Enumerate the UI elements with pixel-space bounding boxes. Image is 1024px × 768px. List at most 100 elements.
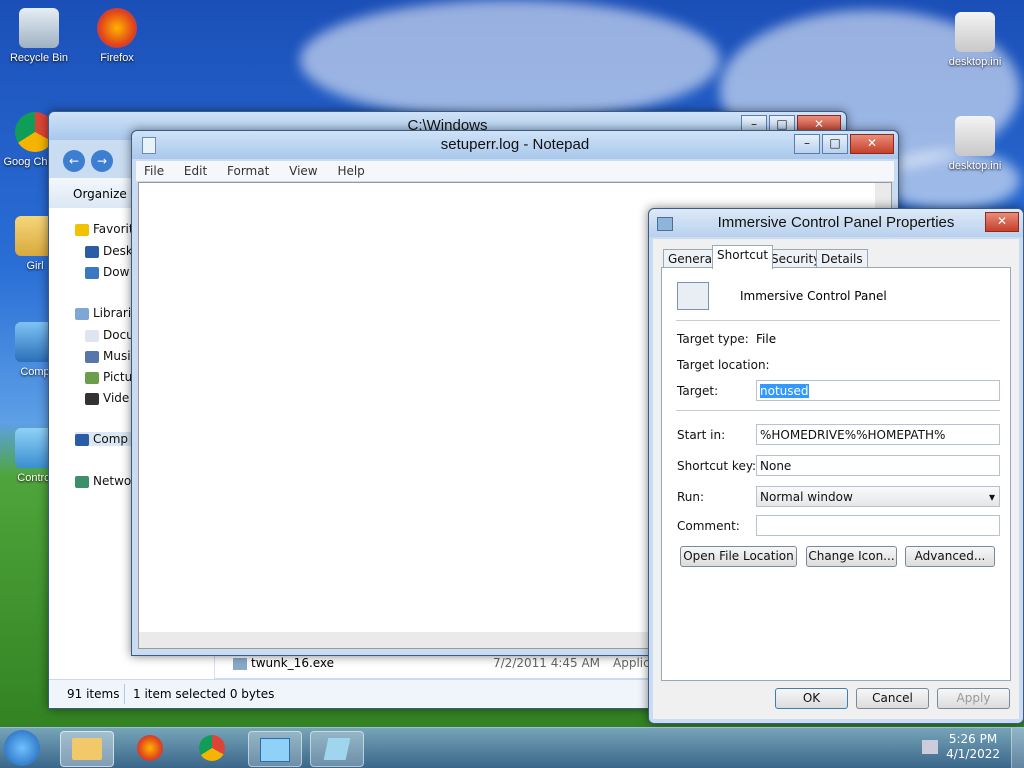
music-icon	[85, 350, 99, 363]
settings-file-icon	[955, 116, 995, 156]
desktop-icon-firefox[interactable]: Firefox	[82, 8, 152, 64]
minimize-button[interactable]: –	[794, 134, 820, 154]
nav-downloads[interactable]: Dow	[85, 265, 129, 279]
table-row[interactable]: twunk_16.exe	[233, 656, 334, 670]
shortcut-key-label: Shortcut key:	[677, 459, 757, 473]
open-file-location-button[interactable]: Open File Location	[680, 546, 797, 567]
control-panel-icon	[260, 738, 290, 762]
shortcut-key-input[interactable]: None	[756, 455, 1000, 476]
firefox-icon	[97, 8, 137, 48]
computer-icon	[75, 433, 89, 446]
nav-network[interactable]: Netwo	[75, 474, 131, 488]
show-desktop-button[interactable]	[1011, 728, 1024, 768]
desktop-icon-label: desktop.ini	[948, 56, 1002, 68]
start-in-input[interactable]: %HOMEDRIVE%%HOMEPATH%	[756, 424, 1000, 445]
taskbar-explorer[interactable]	[60, 731, 114, 767]
network-icon	[75, 475, 89, 488]
taskbar-control-panel[interactable]	[248, 731, 302, 767]
cancel-button[interactable]: Cancel	[856, 688, 929, 709]
desktop-icon-recycle-bin[interactable]: Recycle Bin	[4, 8, 74, 64]
organize-menu[interactable]: Organize ▾	[73, 187, 137, 201]
target-label: Target:	[677, 384, 719, 398]
target-location-label: Target location:	[677, 358, 770, 372]
nav-videos[interactable]: Vide	[85, 391, 129, 405]
comment-label: Comment:	[677, 519, 740, 533]
network-icon[interactable]	[922, 740, 938, 754]
clock-date: 4/1/2022	[946, 747, 1000, 761]
folder-icon	[72, 738, 102, 760]
tab-shortcut[interactable]: Shortcut	[712, 245, 774, 269]
document-icon	[85, 329, 99, 342]
file-date: 7/2/2011 4:45 AM	[493, 656, 601, 670]
target-input[interactable]: notused	[756, 380, 1000, 401]
taskbar: 5:26 PM 4/1/2022	[0, 727, 1024, 768]
chrome-icon	[199, 735, 225, 761]
clock-time: 5:26 PM	[948, 732, 998, 746]
tab-details[interactable]: Details	[816, 249, 868, 268]
menu-format[interactable]: Format	[227, 164, 269, 178]
shortcut-page: Immersive Control Panel Target type: Fil…	[661, 267, 1011, 681]
desktop-icon-label: Recycle Bin	[9, 52, 69, 64]
app-shortcut-icon	[677, 282, 709, 310]
forward-icon[interactable]: →	[91, 150, 113, 172]
close-button[interactable]: ✕	[985, 212, 1019, 232]
taskbar-notepad[interactable]	[310, 731, 364, 767]
desktop-icon	[85, 245, 99, 258]
nav-libraries[interactable]: Librari	[75, 306, 131, 320]
item-count: 91 items	[67, 687, 120, 701]
close-button[interactable]: ✕	[850, 134, 894, 154]
start-in-label: Start in:	[677, 428, 726, 442]
video-icon	[85, 392, 99, 405]
back-icon[interactable]: ←	[63, 150, 85, 172]
file-type: Applic	[613, 656, 650, 670]
target-type-label: Target type:	[677, 332, 749, 346]
nav-music[interactable]: Musi	[85, 349, 131, 363]
recycle-bin-icon	[19, 8, 59, 48]
properties-titlebar[interactable]: Immersive Control Panel Properties ✕	[649, 209, 1023, 237]
downloads-icon	[85, 266, 99, 279]
menu-file[interactable]: File	[144, 164, 164, 178]
desktop-icon-desktop-ini-1[interactable]: desktop.ini	[940, 12, 1010, 68]
firefox-icon	[137, 735, 163, 761]
change-icon-button[interactable]: Change Icon...	[806, 546, 897, 567]
comment-input[interactable]	[756, 515, 1000, 536]
run-select[interactable]: Normal window ▾	[756, 486, 1000, 507]
advanced-button[interactable]: Advanced...	[905, 546, 995, 567]
target-value: notused	[760, 384, 809, 398]
settings-file-icon	[955, 12, 995, 52]
maximize-button[interactable]: □	[822, 134, 848, 154]
exe-file-icon	[233, 657, 247, 670]
nav-desktop[interactable]: Desk	[85, 244, 133, 258]
notepad-title: setuperr.log - Notepad	[440, 136, 590, 153]
nav-documents[interactable]: Docu	[85, 328, 134, 342]
run-label: Run:	[677, 490, 705, 504]
star-icon	[75, 223, 89, 236]
ok-button[interactable]: OK	[775, 688, 848, 709]
start-button[interactable]	[4, 730, 40, 766]
notepad-menubar: File Edit Format View Help	[136, 161, 894, 181]
desktop-icon-label: Firefox	[100, 52, 134, 64]
taskbar-chrome[interactable]	[186, 731, 238, 765]
target-type-value: File	[756, 332, 777, 346]
clock[interactable]: 5:26 PM 4/1/2022	[946, 732, 1000, 762]
mouse-cursor-icon	[719, 633, 726, 649]
apply-button[interactable]: Apply	[937, 688, 1010, 709]
selection-status: 1 item selected 0 bytes	[133, 687, 275, 701]
desktop-icon-desktop-ini-2[interactable]: desktop.ini	[940, 116, 1010, 172]
cloud	[300, 0, 720, 120]
pictures-icon	[85, 371, 99, 384]
menu-edit[interactable]: Edit	[184, 164, 207, 178]
run-value: Normal window	[760, 490, 853, 504]
nav-favorites[interactable]: Favorit	[75, 222, 134, 236]
library-icon	[75, 307, 89, 320]
properties-body: General Shortcut Security Details Immers…	[653, 239, 1019, 719]
nav-pictures[interactable]: Pictu	[85, 370, 132, 384]
menu-view[interactable]: View	[289, 164, 317, 178]
desktop-icon-label: desktop.ini	[948, 160, 1002, 172]
taskbar-firefox[interactable]	[124, 731, 176, 765]
notepad-titlebar[interactable]: setuperr.log - Notepad – □ ✕	[132, 131, 898, 159]
notepad-icon	[323, 738, 351, 760]
properties-dialog[interactable]: Immersive Control Panel Properties ✕ Gen…	[648, 208, 1024, 724]
dropdown-arrow-icon: ▾	[988, 490, 995, 504]
menu-help[interactable]: Help	[337, 164, 364, 178]
